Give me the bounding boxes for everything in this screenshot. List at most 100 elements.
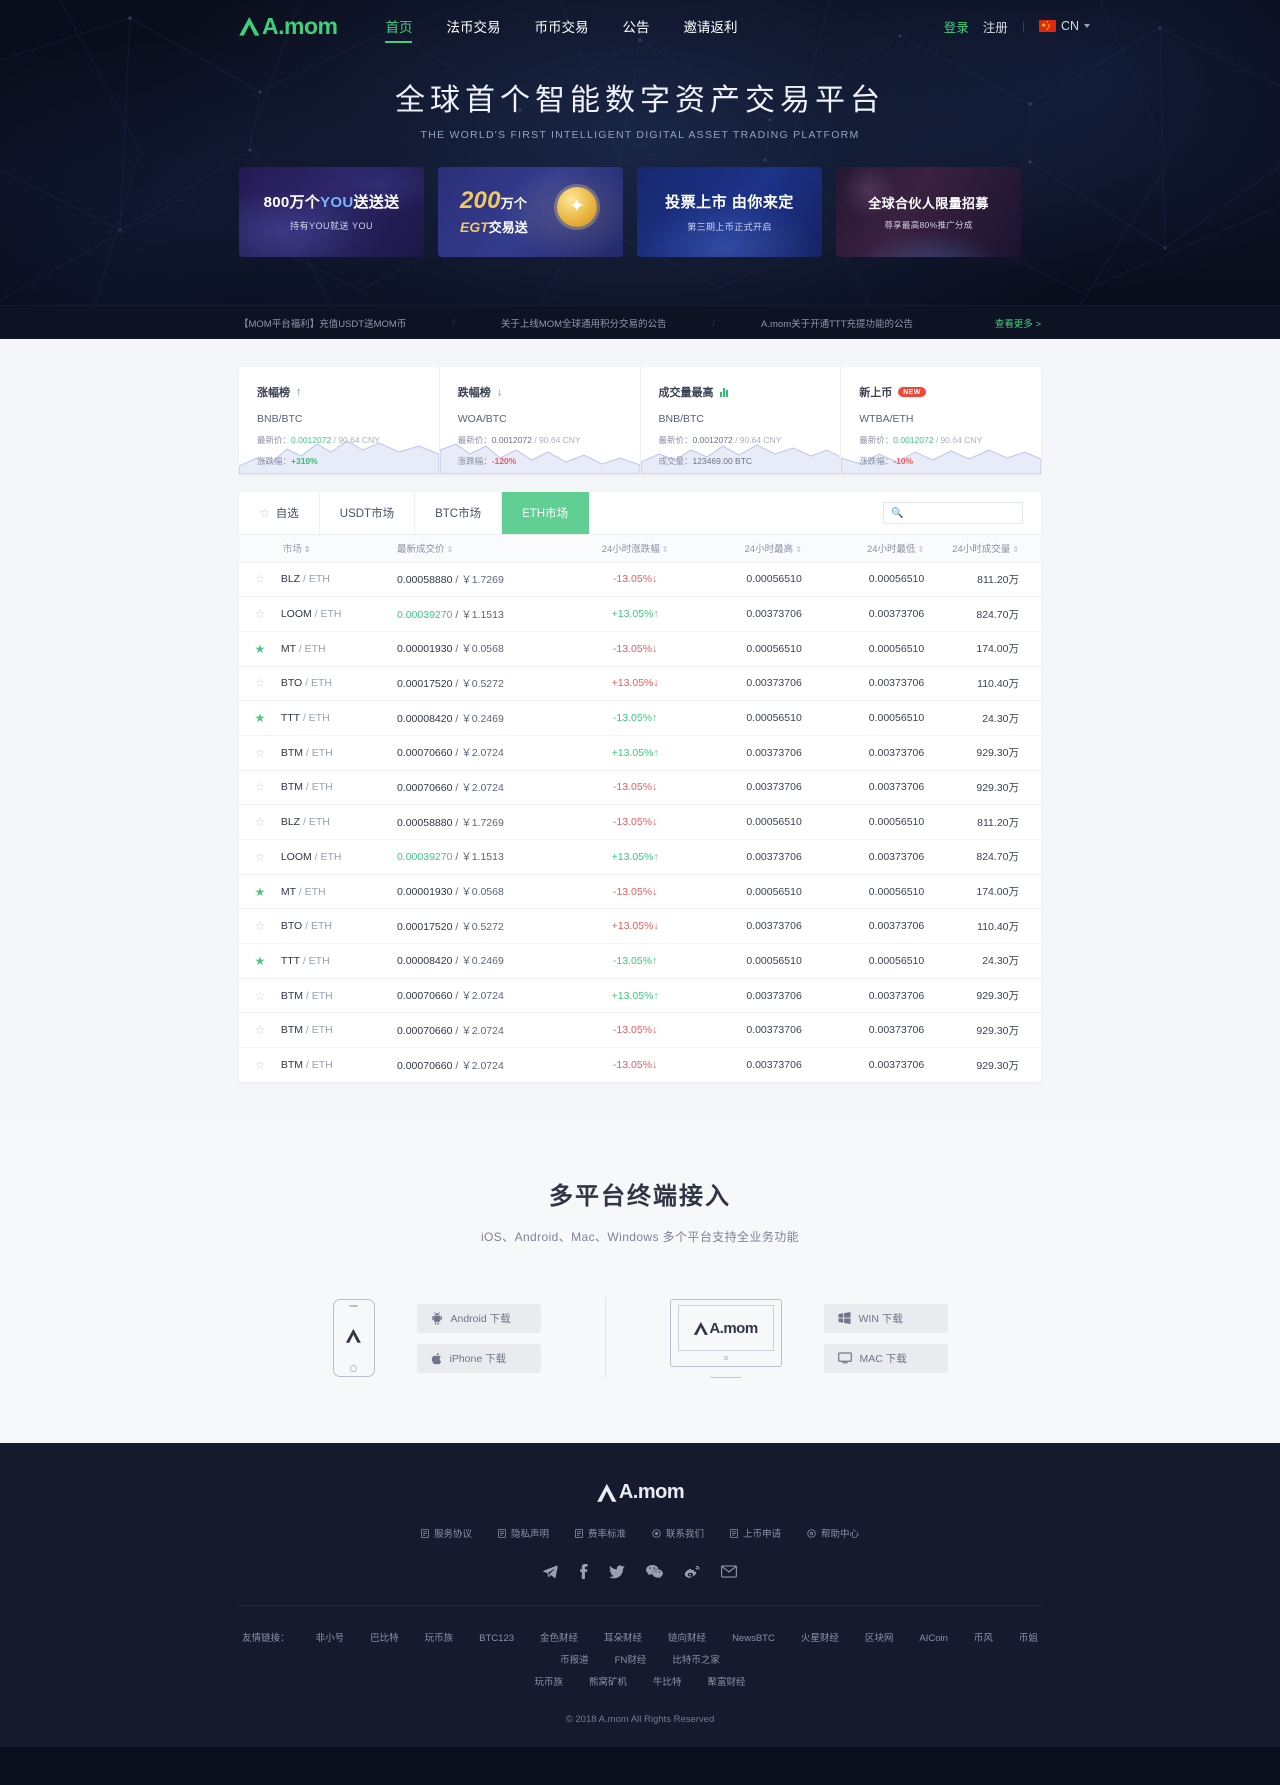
star-outline-icon[interactable]: ☆	[255, 815, 266, 829]
table-row[interactable]: ☆ BTM / ETH 0.00070660 / ￥2.0724 -13.05%↓ 0.…	[239, 770, 1041, 806]
star-outline-icon[interactable]: ☆	[255, 607, 266, 621]
promo-banner-you[interactable]: 800万个YOU送送送 持有YOU就送 YOU	[239, 166, 424, 257]
favorite-cell[interactable]: ★	[239, 631, 281, 667]
tab-usdt-market[interactable]: USDT市场	[320, 492, 416, 534]
stat-card-1[interactable]: 涨幅榜 ↑ BNB/BTC 最新价：0.0012072 / 90.64 CNY 涨跌幅：…	[239, 367, 439, 474]
friend-link[interactable]: 币报道	[560, 1650, 589, 1672]
friend-link[interactable]: AICoin	[919, 1628, 948, 1650]
favorite-cell[interactable]: ☆	[239, 978, 281, 1014]
friend-link[interactable]: 币姐	[1019, 1628, 1038, 1650]
col-high[interactable]: 24小时最高 ⇕	[707, 535, 830, 563]
table-row[interactable]: ☆ BTO / ETH 0.00017520 / ￥0.5272 +13.05%↓ 0.…	[239, 908, 1041, 945]
star-outline-icon[interactable]: ☆	[255, 919, 266, 933]
nav-link-fiat[interactable]: 法币交易	[446, 0, 500, 52]
table-row[interactable]: ★ TTT / ETH 0.00008420 / ￥0.2469 -13.05%↑ 0.…	[239, 943, 1041, 979]
footer-link-4[interactable]: 联系我们	[652, 1526, 704, 1540]
star-filled-icon[interactable]: ★	[255, 954, 266, 968]
friend-link[interactable]: 熊窝矿机	[589, 1672, 627, 1694]
favorite-cell[interactable]: ☆	[239, 562, 281, 598]
table-row[interactable]: ☆ BTM / ETH 0.00070660 / ￥2.0724 -13.05%↓ 0.…	[239, 1012, 1041, 1049]
language-selector[interactable]: ★ ★ ★ ★ ★ CN	[1038, 19, 1090, 33]
footer-link-5[interactable]: 上币申请	[730, 1526, 781, 1540]
facebook-icon[interactable]	[579, 1564, 588, 1580]
star-outline-icon[interactable]: ☆	[255, 780, 266, 794]
favorite-cell[interactable]: ★	[239, 874, 281, 910]
table-row[interactable]: ☆ BTM / ETH 0.00070660 / ￥2.0724 +13.05%↑ 0.…	[239, 735, 1041, 771]
star-outline-icon[interactable]: ☆	[255, 572, 266, 586]
promo-banner-egt[interactable]: 200万个 EGT交易送 ✦	[438, 166, 623, 257]
table-row[interactable]: ☆ BTM / ETH 0.00070660 / ￥2.0724 +13.05%↑ 0.…	[239, 978, 1041, 1014]
table-row[interactable]: ☆ BLZ / ETH 0.00058880 / ￥1.7269 -13.05%↓ 0.…	[239, 804, 1041, 840]
android-download-button[interactable]: Android 下载	[416, 1303, 541, 1333]
nav-link-home[interactable]: 首页	[385, 0, 413, 52]
table-row[interactable]: ★ MT / ETH 0.00001930 / ￥0.0568 -13.05%↓ 0.0…	[239, 631, 1041, 667]
friend-link[interactable]: 比特币之家	[672, 1650, 720, 1672]
star-outline-icon[interactable]: ☆	[255, 1023, 266, 1037]
favorite-cell[interactable]: ☆	[239, 839, 281, 875]
star-outline-icon[interactable]: ☆	[255, 989, 266, 1003]
star-outline-icon[interactable]: ☆	[255, 676, 266, 690]
footer-link-6[interactable]: 帮助中心	[807, 1526, 859, 1540]
telegram-icon[interactable]	[543, 1565, 558, 1579]
tab-eth-market[interactable]: ETH市场	[502, 492, 590, 534]
star-filled-icon[interactable]: ★	[255, 885, 266, 899]
table-row[interactable]: ★ TTT / ETH 0.00008420 / ￥0.2469 -13.05%↑ 0.…	[239, 700, 1041, 736]
nav-link-coin[interactable]: 币币交易	[534, 0, 588, 52]
favorite-cell[interactable]: ★	[239, 700, 281, 736]
iphone-download-button[interactable]: iPhone 下载	[416, 1343, 541, 1373]
register-button[interactable]: 注册	[983, 17, 1008, 36]
friend-link[interactable]: 耳朵财经	[604, 1628, 642, 1650]
favorite-cell[interactable]: ☆	[239, 666, 281, 702]
favorite-cell[interactable]: ☆	[239, 770, 281, 806]
col-low[interactable]: 24小时最低 ⇕	[829, 535, 953, 563]
search-input[interactable]	[908, 507, 1015, 519]
favorite-cell[interactable]: ☆	[239, 804, 281, 840]
favorite-cell[interactable]: ☆	[239, 1012, 281, 1049]
announcement-item-2[interactable]: 关于上线MOM全球通用积分交易的公告	[501, 316, 667, 330]
announcement-more-link[interactable]: 查看更多 >	[995, 316, 1041, 330]
table-row[interactable]: ☆ BTM / ETH 0.00070660 / ￥2.0724 -13.05%↓ 0.…	[239, 1048, 1041, 1083]
friend-link[interactable]: NewsBTC	[732, 1628, 775, 1650]
friend-link[interactable]: 玩币族	[534, 1672, 563, 1694]
nav-link-announce[interactable]: 公告	[622, 0, 649, 52]
star-filled-icon[interactable]: ★	[255, 642, 266, 656]
star-outline-icon[interactable]: ☆	[255, 850, 266, 864]
friend-link[interactable]: 币风	[974, 1628, 993, 1650]
stat-card-2[interactable]: 跌幅榜 ↓ WOA/BTC 最新价：0.0012072 / 90.64 CNY 涨跌幅：…	[438, 367, 640, 474]
friend-link[interactable]: 火星财经	[801, 1628, 839, 1650]
star-filled-icon[interactable]: ★	[255, 711, 266, 725]
footer-link-2[interactable]: 隐私声明	[498, 1526, 549, 1540]
friend-link[interactable]: 巴比特	[370, 1628, 399, 1650]
table-row[interactable]: ★ MT / ETH 0.00001930 / ￥0.0568 -13.05%↓ 0.0…	[239, 874, 1041, 910]
col-change[interactable]: 24小时涨跌幅 ⇕	[562, 535, 708, 563]
friend-link[interactable]: 牛比特	[653, 1672, 682, 1694]
footer-logo[interactable]: A.mom	[0, 1481, 1280, 1504]
friend-link[interactable]: 聚富财经	[708, 1672, 746, 1694]
table-row[interactable]: ☆ BLZ / ETH 0.00058880 / ￥1.7269 -13.05%↓ 0.…	[239, 562, 1041, 598]
promo-banner-partner[interactable]: 全球合伙人限量招募 尊享最高80%推广分成	[836, 166, 1021, 257]
favorite-cell[interactable]: ☆	[239, 735, 281, 771]
nav-link-referral[interactable]: 邀请返利	[683, 0, 737, 52]
table-row[interactable]: ☆ BTO / ETH 0.00017520 / ￥0.5272 +13.05%↓ 0.…	[239, 666, 1041, 702]
friend-link[interactable]: BTC123	[479, 1628, 514, 1650]
site-logo[interactable]: A.mom	[238, 0, 338, 52]
login-button[interactable]: 登录	[944, 17, 969, 36]
favorite-cell[interactable]: ☆	[239, 1048, 281, 1083]
announcement-item-3[interactable]: A.mom关于开通TTT充提功能的公告	[761, 316, 913, 330]
mac-download-button[interactable]: MAC 下载	[823, 1343, 948, 1373]
twitter-icon[interactable]	[609, 1565, 625, 1579]
col-price[interactable]: 最新成交价 ⇕	[396, 535, 563, 563]
friend-link[interactable]: 玩币族	[425, 1628, 454, 1650]
stat-card-4[interactable]: 新上币 NEW WTBA/ETH 最新价：0.0012072 / 90.64 CNY 涨…	[840, 367, 1041, 474]
star-outline-icon[interactable]: ☆	[255, 746, 266, 760]
friend-link[interactable]: 金色财经	[540, 1628, 578, 1650]
footer-link-3[interactable]: 费率标准	[575, 1526, 626, 1540]
col-volume[interactable]: 24小时成交量 ⇕	[952, 535, 1041, 563]
search-box[interactable]: 🔍	[883, 502, 1023, 524]
stat-card-3[interactable]: 成交量最高 BNB/BTC 最新价：0.0012072 / 90.64 CNY 成交量…	[639, 367, 841, 474]
table-row[interactable]: ☆ LOOM / ETH 0.00039270 / ￥1.1513 +13.05%↑ 0…	[239, 596, 1041, 632]
footer-link-1[interactable]: 服务协议	[420, 1526, 472, 1540]
weibo-icon[interactable]	[684, 1565, 700, 1579]
friend-link[interactable]: 链向财经	[668, 1628, 706, 1650]
announcement-item-1[interactable]: 【MOM平台福利】充值USDT送MOM币	[239, 316, 406, 330]
